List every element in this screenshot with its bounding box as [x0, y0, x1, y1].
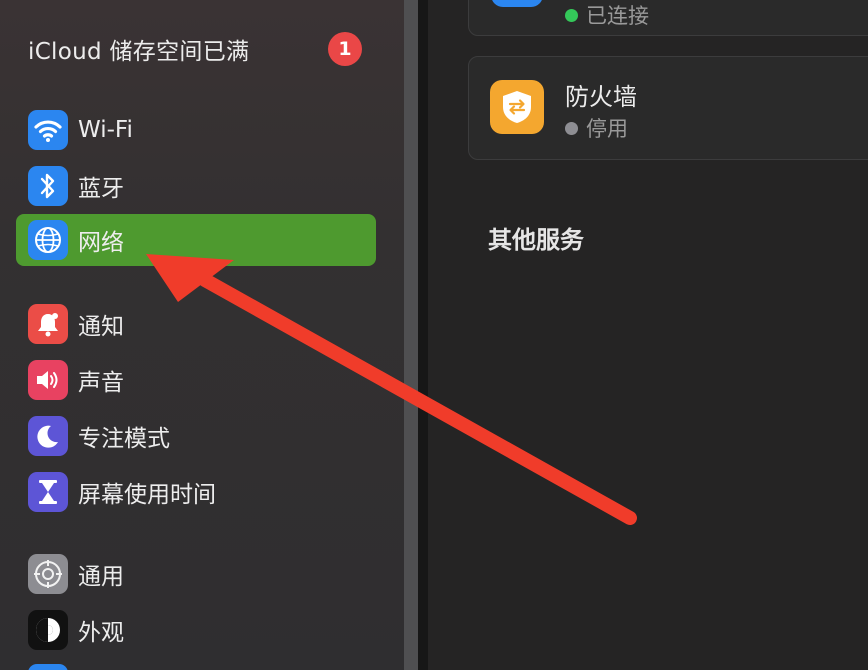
sidebar-item-label: 外观: [78, 620, 124, 646]
sidebar-item-network[interactable]: 网络: [16, 214, 376, 266]
sidebar-item-label: 专注模式: [78, 426, 170, 452]
pane-divider: [418, 0, 428, 670]
sidebar-item-general[interactable]: 通用: [16, 548, 376, 600]
icloud-storage-label: iCloud 储存空间已满: [28, 39, 250, 65]
sidebar-item-label: 通用: [78, 564, 124, 590]
sidebar-item-focus[interactable]: 专注模式: [16, 410, 376, 462]
sidebar-item-label: 通知: [78, 314, 124, 340]
sidebar-item-sound[interactable]: 声音: [16, 354, 376, 406]
globe-icon: [28, 220, 68, 260]
sidebar-item-bluetooth[interactable]: 蓝牙: [16, 160, 376, 212]
sidebar: iCloud 储存空间已满 1 Wi-Fi 蓝牙 网络 通知 声音 专注模式 屏…: [0, 0, 404, 670]
firewall-card[interactable]: 防火墙 停用: [468, 56, 868, 160]
speaker-icon: [28, 360, 68, 400]
vpn-card[interactable]: 已连接: [468, 0, 868, 36]
vpn-icon: [491, 0, 543, 7]
gear-icon: [28, 554, 68, 594]
sidebar-item-label: 蓝牙: [78, 176, 124, 202]
other-services-heading: 其他服务: [488, 226, 584, 254]
disabled-dot-icon: [565, 121, 578, 135]
sidebar-item-label: 网络: [78, 230, 124, 256]
sidebar-scroll-divider: [404, 0, 418, 670]
next-item-icon: [28, 664, 68, 670]
vpn-status: 已连接: [565, 0, 649, 30]
sidebar-item-label: Wi-Fi: [78, 117, 133, 143]
notification-badge: 1: [328, 32, 362, 66]
connected-dot-icon: [565, 8, 578, 22]
sidebar-item-appearance[interactable]: 外观: [16, 604, 376, 656]
firewall-status: 停用: [565, 113, 628, 143]
hourglass-icon: [28, 472, 68, 512]
wifi-icon: [28, 110, 68, 150]
icloud-storage-full-item[interactable]: iCloud 储存空间已满 1: [28, 32, 368, 66]
sidebar-item-label: 声音: [78, 370, 124, 396]
bell-icon: [28, 304, 68, 344]
sidebar-item-screen-time[interactable]: 屏幕使用时间: [16, 466, 376, 518]
firewall-title: 防火墙: [565, 83, 637, 111]
vpn-status-text: 已连接: [586, 4, 649, 28]
firewall-status-text: 停用: [586, 117, 628, 141]
firewall-shield-icon: [490, 80, 544, 134]
sidebar-item-wifi[interactable]: Wi-Fi: [16, 104, 376, 156]
sidebar-item-label: 屏幕使用时间: [78, 482, 216, 508]
moon-icon: [28, 416, 68, 456]
sidebar-item-notifications[interactable]: 通知: [16, 298, 376, 350]
appearance-icon: [28, 610, 68, 650]
bluetooth-icon: [28, 166, 68, 206]
